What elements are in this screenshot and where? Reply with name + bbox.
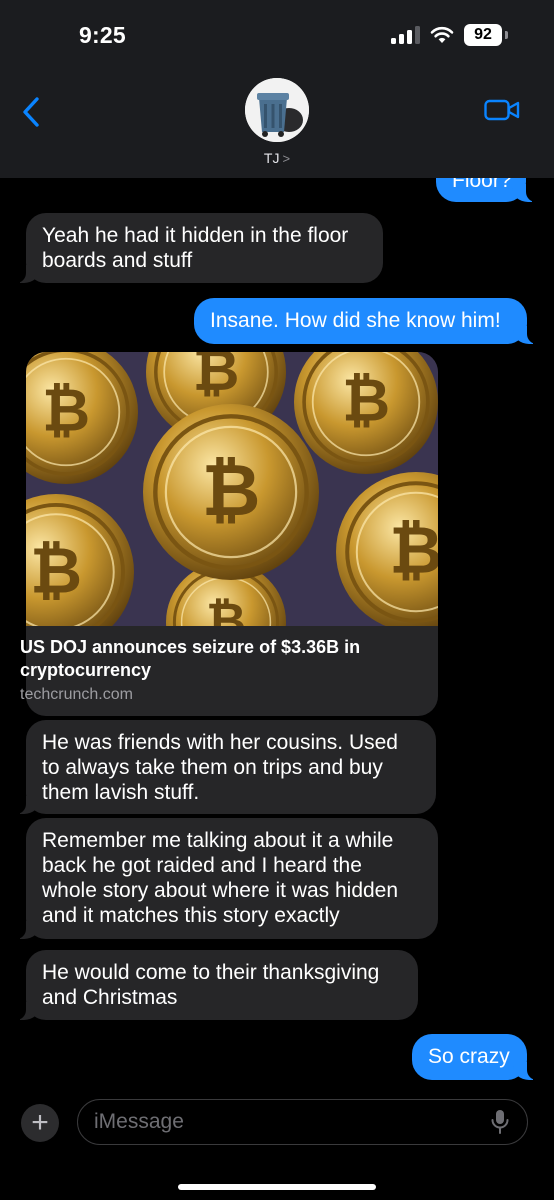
contact-name: TJ xyxy=(263,150,280,166)
wifi-icon xyxy=(430,26,454,43)
bitcoin-image: ₿ xyxy=(26,352,438,626)
contact-avatar[interactable] xyxy=(245,78,309,142)
link-title: US DOJ announces seizure of $3.36B in cr… xyxy=(20,637,361,680)
conversation-header: 9:25 92 TJ > xyxy=(0,0,554,178)
battery-nub xyxy=(505,31,508,39)
message-incoming[interactable]: Remember me talking about it a while bac… xyxy=(16,818,438,939)
imessage-input[interactable] xyxy=(77,1099,528,1145)
status-icons: 92 xyxy=(391,24,508,46)
microphone-icon[interactable] xyxy=(490,1109,510,1135)
contact-name-row[interactable]: TJ > xyxy=(0,150,554,166)
status-time: 9:25 xyxy=(79,22,126,48)
message-incoming[interactable]: He was friends with her cousins. Used to… xyxy=(16,720,436,814)
message-outgoing[interactable]: So crazy xyxy=(412,1034,537,1080)
apps-plus-button[interactable]: + xyxy=(21,1104,59,1142)
cellular-signal-icon xyxy=(391,26,420,44)
chevron-right-icon: > xyxy=(282,151,291,166)
battery-level: 92 xyxy=(474,26,492,43)
message-incoming[interactable]: Yeah he had it hidden in the floor board… xyxy=(16,213,383,283)
message-outgoing[interactable]: Insane. How did she know him! xyxy=(194,298,537,344)
trash-can-avatar-icon xyxy=(245,78,309,142)
link-domain: techcrunch.com xyxy=(20,686,133,703)
message-incoming[interactable]: He would come to their thanksgiving and … xyxy=(16,950,418,1020)
video-call-icon[interactable] xyxy=(484,98,520,122)
back-chevron-icon[interactable] xyxy=(20,96,44,128)
plus-icon: + xyxy=(31,1106,49,1139)
battery-icon: 92 xyxy=(464,24,502,46)
home-indicator[interactable] xyxy=(178,1184,376,1190)
messages-app: Floor? Yeah he had it hidden in the floo… xyxy=(0,0,554,1200)
